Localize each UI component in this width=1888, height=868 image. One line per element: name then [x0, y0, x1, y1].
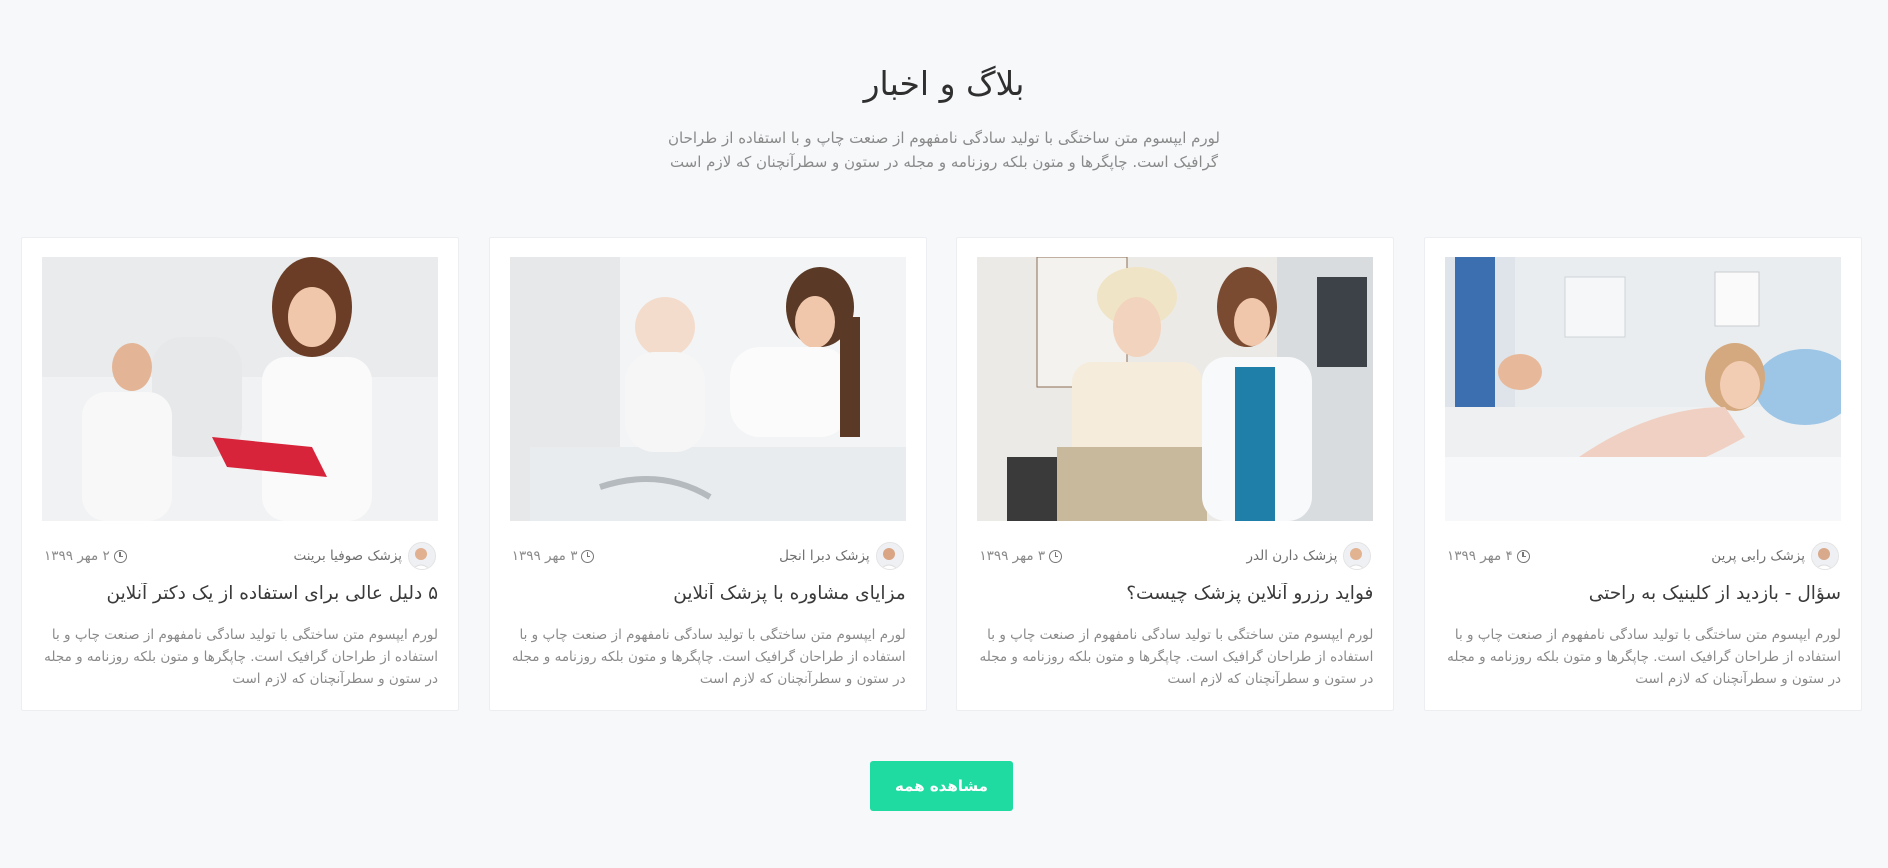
card-meta: پزشک دارن الدر ۳ مهر ۱۳۹۹: [977, 541, 1373, 571]
post-date: ۳ مهر ۱۳۹۹: [512, 548, 595, 564]
avatar: [408, 542, 437, 570]
date-text: ۳ مهر ۱۳۹۹: [511, 548, 578, 564]
card-excerpt: لورم ایپسوم متن ساختگی با تولید سادگی نا…: [1447, 627, 1841, 687]
doctor-with-clipboard-image[interactable]: [42, 257, 439, 521]
clock-icon: [1516, 549, 1530, 563]
card-excerpt: لورم ایپسوم متن ساختگی با تولید سادگی نا…: [979, 627, 1374, 687]
clock-icon: [113, 549, 127, 563]
date-text: ۳ مهر ۱۳۹۹: [979, 548, 1046, 564]
section-title: بلاگ و اخبار: [863, 64, 1025, 103]
author-name: پزشک صوفیا برینت: [293, 548, 403, 564]
author-name: پزشک دارن الدر: [1246, 548, 1338, 564]
post-date: ۳ مهر ۱۳۹۹: [979, 548, 1063, 564]
card-excerpt: لورم ایپسوم متن ساختگی با تولید سادگی نا…: [511, 627, 906, 687]
blog-cards: پزشک رابی پرین ۴ مهر ۱۳۹۹ سؤال - بازدید …: [21, 237, 1862, 711]
card-meta: پزشک دبرا انجل ۳ مهر ۱۳۹۹: [510, 541, 906, 571]
avatar: [875, 542, 904, 570]
card-title[interactable]: سؤال - بازدید از کلینیک به راحتی: [1445, 583, 1841, 604]
avatar: [1811, 542, 1839, 570]
author[interactable]: پزشک دبرا انجل: [779, 542, 904, 570]
blog-card[interactable]: پزشک دارن الدر ۳ مهر ۱۳۹۹ فواید رزرو آنل…: [956, 237, 1395, 711]
card-title[interactable]: فواید رزرو آنلاین پزشک چیست؟: [977, 583, 1373, 604]
patient-in-bed-image[interactable]: [1445, 257, 1841, 521]
author[interactable]: پزشک رابی پرین: [1711, 542, 1839, 570]
author[interactable]: پزشک دارن الدر: [1246, 542, 1372, 570]
section-subtitle: لورم ایپسوم متن ساختگی با تولید سادگی نا…: [668, 129, 1220, 171]
card-meta: پزشک رابی پرین ۴ مهر ۱۳۹۹: [1445, 541, 1841, 571]
author[interactable]: پزشک صوفیا برینت: [293, 542, 437, 570]
view-all-button[interactable]: مشاهده همه: [870, 761, 1013, 811]
card-excerpt: لورم ایپسوم متن ساختگی با تولید سادگی نا…: [44, 627, 439, 687]
date-text: ۲ مهر ۱۳۹۹: [44, 548, 110, 564]
blog-section: بلاگ و اخبار لورم ایپسوم متن ساختگی با ت…: [0, 0, 1888, 868]
author-name: پزشک رابی پرین: [1711, 548, 1805, 564]
post-date: ۴ مهر ۱۳۹۹: [1447, 548, 1530, 564]
clock-icon: [1049, 549, 1063, 563]
clock-icon: [581, 549, 595, 563]
card-meta: پزشک صوفیا برینت ۲ مهر ۱۳۹۹: [42, 541, 438, 571]
author-name: پزشک دبرا انجل: [779, 548, 870, 564]
avatar: [1343, 542, 1372, 570]
card-title[interactable]: ۵ دلیل عالی برای استفاده از یک دکتر آنلا…: [42, 583, 438, 604]
blog-card[interactable]: پزشک رابی پرین ۴ مهر ۱۳۹۹ سؤال - بازدید …: [1424, 237, 1862, 711]
mother-with-baby-image[interactable]: [509, 257, 906, 521]
doctor-with-elderly-woman-image[interactable]: [977, 257, 1374, 521]
blog-card[interactable]: پزشک دبرا انجل ۳ مهر ۱۳۹۹ مزایای مشاوره …: [488, 237, 927, 711]
blog-card[interactable]: پزشک صوفیا برینت ۲ مهر ۱۳۹۹ ۵ دلیل عالی …: [21, 237, 460, 711]
card-title[interactable]: مزایای مشاوره با پزشک آنلاین: [510, 583, 905, 604]
post-date: ۲ مهر ۱۳۹۹: [44, 548, 127, 564]
date-text: ۴ مهر ۱۳۹۹: [1447, 548, 1513, 564]
